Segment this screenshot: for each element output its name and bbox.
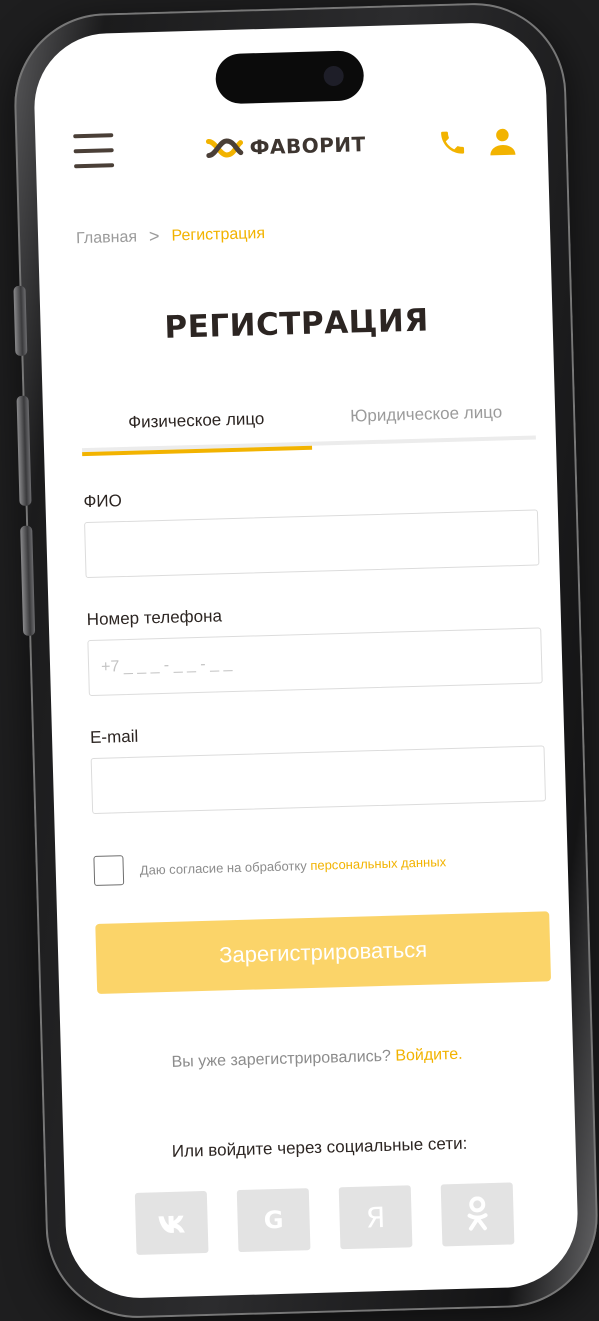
dynamic-island bbox=[215, 50, 365, 105]
name-label: ФИО bbox=[83, 491, 123, 512]
login-link[interactable]: Войдите. bbox=[395, 1046, 463, 1065]
user-icon[interactable] bbox=[487, 126, 518, 157]
breadcrumb-separator-icon: > bbox=[148, 225, 160, 247]
social-buttons: G Я bbox=[134, 1182, 545, 1255]
social-login-title: Или войдите через социальные сети: bbox=[171, 1133, 468, 1161]
logo-text: ФАВОРИТ bbox=[249, 132, 367, 160]
google-letter: G bbox=[263, 1205, 284, 1235]
breadcrumb: Главная > Регистрация bbox=[76, 223, 265, 249]
tab-individual[interactable]: Физическое лицо bbox=[81, 408, 311, 434]
phone-screen: ФАВОРИТ Главная > Регистрация РЕГИСТРАЦИ… bbox=[32, 21, 580, 1300]
login-prompt: Вы уже зарегистрировались? Войдите. bbox=[61, 1043, 573, 1075]
site-header: ФАВОРИТ bbox=[35, 109, 548, 183]
breadcrumb-current: Регистрация bbox=[171, 224, 266, 245]
menu-icon[interactable] bbox=[73, 133, 115, 169]
login-prompt-text: Вы уже зарегистрировались? bbox=[171, 1047, 396, 1071]
consent-label: Даю согласие на обработку персональных д… bbox=[140, 854, 447, 878]
email-label: E-mail bbox=[89, 726, 139, 748]
vk-icon[interactable] bbox=[134, 1190, 209, 1255]
consent-checkbox[interactable] bbox=[93, 855, 125, 887]
front-camera bbox=[323, 65, 344, 87]
yandex-letter: Я bbox=[365, 1200, 386, 1235]
name-field[interactable] bbox=[84, 509, 540, 579]
personal-data-link[interactable]: персональных данных bbox=[310, 854, 446, 873]
consent-text: Даю согласие на обработку bbox=[139, 857, 311, 878]
consent-row: Даю согласие на обработку персональных д… bbox=[93, 846, 447, 887]
site-logo[interactable]: ФАВОРИТ bbox=[205, 132, 366, 160]
side-button-mute bbox=[13, 285, 28, 356]
google-icon[interactable]: G bbox=[236, 1188, 311, 1253]
email-field[interactable] bbox=[90, 745, 547, 815]
logo-icon bbox=[205, 138, 244, 159]
phone-field[interactable] bbox=[87, 627, 543, 697]
account-type-tabs: Физическое лицо Юридическое лицо bbox=[80, 391, 536, 453]
odnoklassniki-icon[interactable] bbox=[440, 1182, 515, 1247]
register-button[interactable]: Зарегистрироваться bbox=[95, 911, 552, 994]
tab-legal-entity[interactable]: Юридическое лицо bbox=[321, 402, 531, 428]
phone-device: ФАВОРИТ Главная > Регистрация РЕГИСТРАЦИ… bbox=[11, 0, 599, 1321]
page-title: РЕГИСТРАЦИЯ bbox=[164, 302, 430, 346]
vk-glyph bbox=[158, 1215, 185, 1233]
yandex-icon[interactable]: Я bbox=[338, 1185, 413, 1250]
ok-glyph bbox=[467, 1196, 488, 1231]
phone-label: Номер телефона bbox=[86, 606, 223, 630]
phone-icon[interactable] bbox=[437, 127, 468, 158]
breadcrumb-home[interactable]: Главная bbox=[76, 228, 137, 248]
